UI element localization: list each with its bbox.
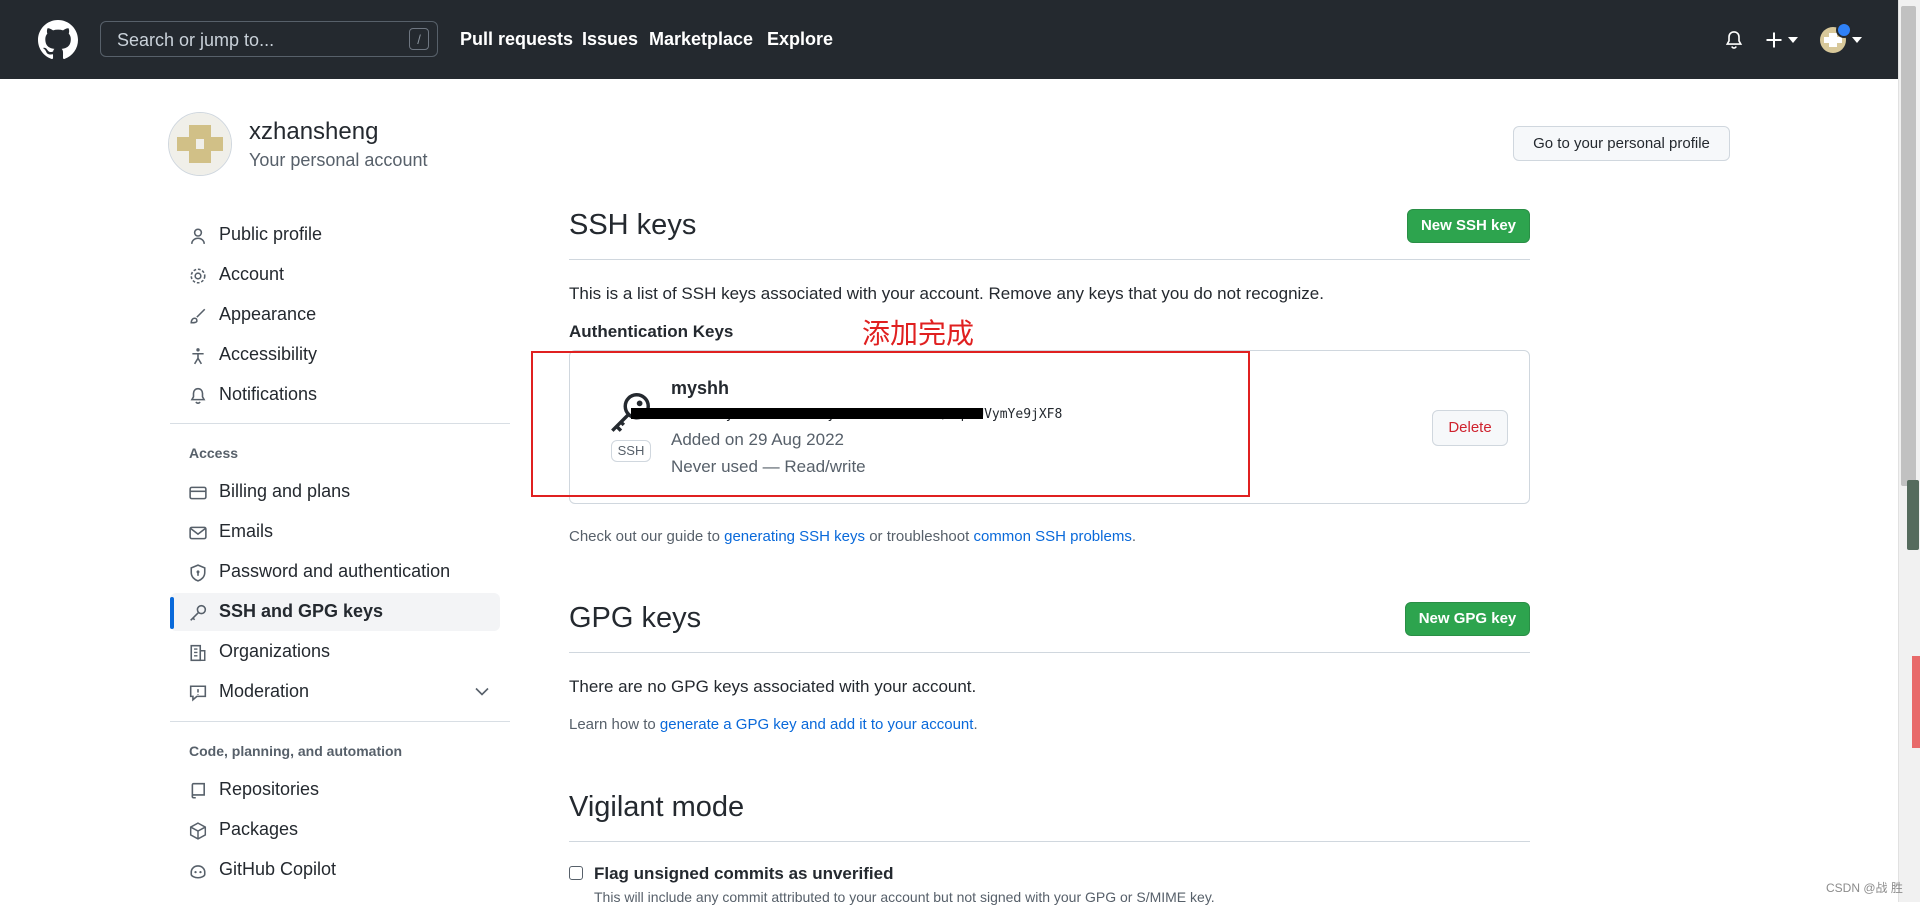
flag-unsigned-commits-label[interactable]: Flag unsigned commits as unverified bbox=[594, 864, 893, 884]
sidebar-item-notifications[interactable]: Notifications bbox=[170, 376, 500, 414]
flag-unsigned-commits-checkbox[interactable] bbox=[569, 866, 583, 880]
guide-prefix: Check out our guide to bbox=[569, 528, 725, 545]
bell-icon bbox=[189, 387, 207, 405]
sidebar-item-label: Emails bbox=[219, 521, 274, 541]
learn-suffix: . bbox=[973, 716, 978, 733]
gpg-keys-title: GPG keys bbox=[569, 602, 702, 634]
generating-ssh-keys-link[interactable]: generating SSH keys bbox=[724, 528, 865, 545]
watermark-text: CSDN @战 胜 bbox=[1826, 881, 1903, 895]
section-divider bbox=[569, 841, 1530, 842]
learn-prefix: Learn how to bbox=[569, 716, 660, 733]
sidebar-item-label: Appearance bbox=[219, 304, 317, 324]
search-placeholder: Search or jump to... bbox=[117, 30, 275, 50]
scrollbar-highlight bbox=[1912, 656, 1920, 748]
annotation-highlight-box bbox=[531, 351, 1250, 497]
sidebar-item-account[interactable]: Account bbox=[170, 256, 500, 294]
generate-gpg-key-link[interactable]: generate a GPG key and add it to your ac… bbox=[660, 716, 974, 733]
sidebar-item-label: Moderation bbox=[219, 681, 310, 701]
sidebar-item-copilot[interactable]: GitHub Copilot bbox=[170, 851, 500, 889]
sidebar-item-label: Accessibility bbox=[219, 344, 318, 364]
person-icon bbox=[189, 227, 207, 245]
sidebar-item-password-auth[interactable]: Password and authentication bbox=[170, 553, 500, 591]
sidebar-item-label: Password and authentication bbox=[219, 561, 451, 581]
sidebar-item-label: GitHub Copilot bbox=[219, 859, 337, 879]
sidebar-item-label: Repositories bbox=[219, 779, 320, 799]
repo-icon bbox=[189, 782, 207, 800]
gear-icon bbox=[189, 267, 207, 285]
gpg-empty-text: There are no GPG keys associated with yo… bbox=[569, 677, 977, 696]
sidebar-item-organizations[interactable]: Organizations bbox=[170, 633, 500, 671]
section-divider bbox=[569, 259, 1530, 260]
vigilant-mode-description: This will include any commit attributed … bbox=[594, 889, 1215, 905]
active-indicator bbox=[170, 597, 174, 629]
sidebar-item-appearance[interactable]: Appearance bbox=[170, 296, 500, 334]
annotation-text: 添加完成 bbox=[862, 318, 975, 349]
sidebar-item-repositories[interactable]: Repositories bbox=[170, 771, 500, 809]
common-ssh-problems-link[interactable]: common SSH problems bbox=[973, 528, 1131, 545]
delete-key-button[interactable]: Delete bbox=[1432, 410, 1508, 446]
sidebar-item-label: SSH and GPG keys bbox=[219, 601, 384, 621]
top-header: Search or jump to... / Pull requests Iss… bbox=[0, 0, 1898, 79]
guide-suffix: . bbox=[1131, 528, 1136, 545]
sidebar-divider bbox=[170, 721, 510, 722]
sidebar-item-ssh-gpg-keys[interactable]: SSH and GPG keys bbox=[170, 593, 500, 631]
new-ssh-key-button[interactable]: New SSH key bbox=[1407, 209, 1530, 243]
vigilant-mode-title: Vigilant mode bbox=[569, 791, 745, 823]
account-username[interactable]: xzhansheng bbox=[249, 118, 378, 146]
sidebar-heading-access: Access bbox=[189, 445, 239, 461]
scrollbar-marker bbox=[1907, 480, 1919, 550]
bell-icon[interactable] bbox=[1724, 29, 1744, 51]
sidebar-heading-code: Code, planning, and automation bbox=[189, 743, 403, 759]
github-logo-icon[interactable] bbox=[38, 20, 78, 60]
plus-icon[interactable] bbox=[1764, 30, 1784, 50]
gpg-learn-text: Learn how to generate a GPG key and add … bbox=[569, 716, 978, 733]
package-icon bbox=[189, 822, 207, 840]
search-shortcut-key: / bbox=[409, 28, 429, 50]
ssh-keys-title: SSH keys bbox=[569, 209, 697, 241]
sidebar-item-label: Billing and plans bbox=[219, 481, 351, 501]
sidebar-item-billing[interactable]: Billing and plans bbox=[170, 473, 500, 511]
account-avatar bbox=[168, 112, 232, 176]
sidebar-item-label: Public profile bbox=[219, 224, 323, 244]
sidebar-item-moderation[interactable]: Moderation bbox=[170, 673, 500, 711]
auth-keys-heading: Authentication Keys bbox=[569, 322, 734, 341]
ssh-guide-text: Check out our guide to generating SSH ke… bbox=[569, 528, 1136, 545]
search-input[interactable]: Search or jump to... / bbox=[100, 21, 438, 57]
accessibility-icon bbox=[189, 347, 207, 365]
sidebar-item-label: Account bbox=[219, 264, 285, 284]
go-to-profile-button[interactable]: Go to your personal profile bbox=[1513, 126, 1730, 161]
ssh-description: This is a list of SSH keys associated wi… bbox=[569, 284, 1324, 303]
notification-dot bbox=[1836, 22, 1852, 38]
paintbrush-icon bbox=[189, 307, 207, 325]
chevron-down-icon[interactable] bbox=[1852, 36, 1862, 44]
copilot-icon bbox=[189, 862, 207, 880]
sidebar-item-label: Notifications bbox=[219, 384, 318, 404]
nav-pull-requests[interactable]: Pull requests bbox=[460, 29, 573, 50]
chevron-down-icon[interactable] bbox=[1788, 36, 1798, 44]
sidebar-item-label: Organizations bbox=[219, 641, 331, 661]
new-gpg-key-button[interactable]: New GPG key bbox=[1405, 602, 1530, 636]
section-divider bbox=[569, 652, 1530, 653]
chevron-down-icon[interactable] bbox=[475, 687, 489, 697]
key-icon bbox=[189, 604, 207, 622]
nav-explore[interactable]: Explore bbox=[767, 29, 833, 50]
nav-marketplace[interactable]: Marketplace bbox=[649, 29, 753, 50]
sidebar-item-label: Packages bbox=[219, 819, 299, 839]
sidebar-item-emails[interactable]: Emails bbox=[170, 513, 500, 551]
organization-icon bbox=[189, 644, 207, 662]
mail-icon bbox=[189, 524, 207, 542]
sidebar-divider bbox=[170, 423, 510, 424]
sidebar-item-packages[interactable]: Packages bbox=[170, 811, 500, 849]
account-type-label: Your personal account bbox=[249, 150, 428, 170]
report-icon bbox=[189, 684, 207, 702]
credit-card-icon bbox=[189, 484, 207, 502]
sidebar-item-public-profile[interactable]: Public profile bbox=[170, 216, 500, 254]
scrollbar-thumb[interactable] bbox=[1901, 6, 1916, 486]
shield-icon bbox=[189, 564, 207, 582]
nav-issues[interactable]: Issues bbox=[582, 29, 638, 50]
guide-middle: or troubleshoot bbox=[865, 528, 974, 545]
sidebar-item-accessibility[interactable]: Accessibility bbox=[170, 336, 500, 374]
